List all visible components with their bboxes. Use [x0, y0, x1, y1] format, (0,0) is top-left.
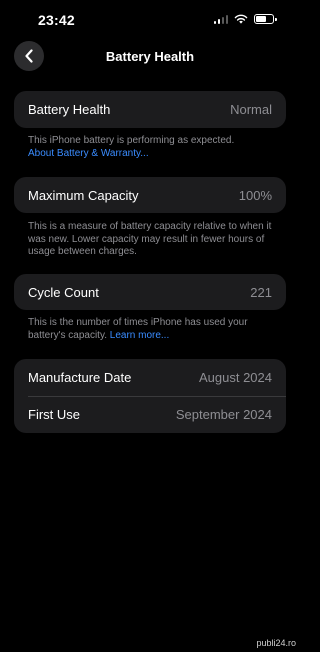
- about-battery-warranty-link[interactable]: About Battery & Warranty...: [28, 148, 149, 159]
- first-use-label: First Use: [28, 407, 80, 423]
- cycle-count-label: Cycle Count: [28, 284, 99, 300]
- battery-health-footnote: This iPhone battery is performing as exp…: [28, 135, 278, 160]
- maximum-capacity-row: Maximum Capacity 100%: [14, 177, 286, 213]
- status-bar: 23:42: [0, 0, 300, 40]
- battery-health-card: Battery Health Normal: [14, 91, 286, 128]
- cellular-signal-icon: [213, 14, 228, 24]
- status-time: 23:42: [38, 12, 75, 28]
- maximum-capacity-footnote: This is a measure of battery capacity re…: [28, 221, 272, 257]
- cycle-count-card: Cycle Count 221: [14, 274, 286, 310]
- maximum-capacity-value: 100%: [238, 187, 272, 203]
- battery-health-label: Battery Health: [28, 102, 111, 117]
- battery-health-row: Battery Health Normal: [14, 91, 286, 128]
- dates-card: Manufacture Date August 2024 First Use S…: [14, 359, 286, 433]
- cycle-count-footnote: This is the number of times iPhone has u…: [28, 317, 278, 342]
- manufacture-date-row: Manufacture Date August 2024: [14, 359, 286, 396]
- watermark: publi24.ro: [256, 638, 296, 648]
- cycle-count-row: Cycle Count 221: [14, 274, 286, 310]
- status-icons: [213, 14, 277, 24]
- page-title: Battery Health: [105, 49, 195, 64]
- battery-icon: [254, 14, 277, 24]
- battery-health-description: This iPhone battery is performing as exp…: [28, 135, 235, 146]
- cycle-count-value: 221: [250, 284, 272, 300]
- manufacture-date-value: August 2024: [198, 370, 272, 385]
- manufacture-date-label: Manufacture Date: [28, 370, 132, 385]
- maximum-capacity-card: Maximum Capacity 100%: [14, 177, 286, 213]
- first-use-value: September 2024: [175, 407, 272, 423]
- learn-more-link[interactable]: Learn more...: [110, 330, 169, 341]
- battery-health-value: Normal: [230, 102, 272, 117]
- wifi-icon: [234, 14, 248, 24]
- first-use-row: First Use September 2024: [14, 397, 286, 433]
- maximum-capacity-label: Maximum Capacity: [28, 187, 139, 203]
